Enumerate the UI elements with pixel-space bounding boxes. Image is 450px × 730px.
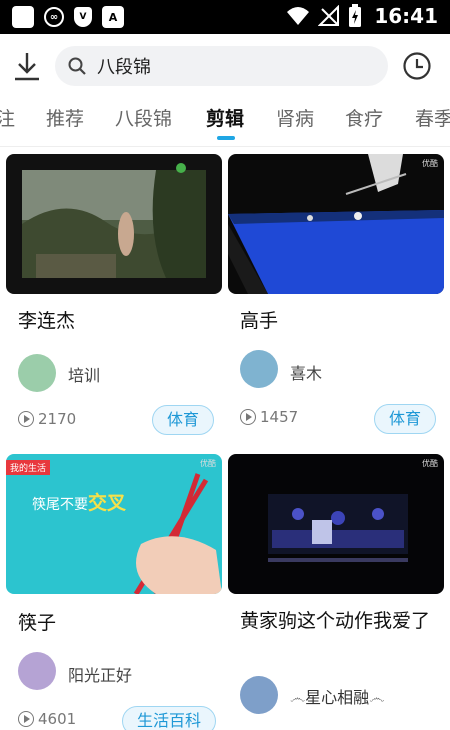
video-title[interactable]: 筷子: [18, 610, 56, 637]
active-tab-indicator: [217, 136, 235, 140]
category-tag[interactable]: 体育: [374, 404, 437, 434]
tab-recommend[interactable]: 推荐: [46, 104, 84, 131]
jungle-scene-image: [22, 163, 206, 278]
search-input[interactable]: 八段锦: [55, 46, 388, 86]
video-thumbnail[interactable]: 优酷: [228, 154, 444, 294]
author-name[interactable]: 喜木: [290, 360, 322, 384]
video-thumbnail[interactable]: 优酷: [228, 454, 444, 594]
concert-stage-image: [268, 494, 408, 562]
clock: 16:41: [374, 4, 438, 28]
avatar[interactable]: [18, 354, 56, 392]
video-card[interactable]: 优酷 黄家驹这个动作我爱了 ෴星心相融෴: [228, 454, 444, 730]
notification-icons: ∞ V A: [12, 6, 124, 28]
view-count-value: 2170: [38, 410, 77, 428]
watermark: 优酷: [422, 459, 438, 468]
divider: [0, 146, 450, 147]
tab-follow[interactable]: 注: [0, 104, 15, 131]
battery-charging-icon: [349, 4, 362, 27]
decor-swirl-icon: ෴: [290, 688, 306, 707]
play-count-icon: [240, 409, 256, 425]
billiards-image: [228, 154, 444, 294]
play-count-icon: [18, 411, 34, 427]
wifi-icon: [287, 7, 310, 25]
tab-spring[interactable]: 春季: [415, 104, 450, 131]
video-card[interactable]: 李连杰 培训 2170 体育: [6, 154, 222, 444]
video-card[interactable]: 优酷 高手 喜木 1457 体育: [228, 154, 444, 444]
view-count: 1457: [240, 408, 298, 426]
video-title[interactable]: 高手: [240, 308, 278, 335]
tab-diet[interactable]: 食疗: [345, 104, 383, 131]
status-bar: ∞ V A 16:41: [0, 0, 450, 34]
tab-clips[interactable]: 剪辑: [206, 104, 244, 131]
category-tag[interactable]: 生活百科: [122, 706, 217, 730]
author-name[interactable]: 阳光正好: [68, 662, 132, 686]
search-query: 八段锦: [97, 57, 151, 78]
video-thumbnail[interactable]: [6, 154, 222, 294]
category-tag[interactable]: 体育: [152, 405, 215, 435]
video-card[interactable]: 我的生活 筷尾不要交叉 优酷 筷子 阳光正好 4601 生活百科: [6, 454, 222, 730]
view-count-value: 1457: [260, 408, 299, 426]
avatar[interactable]: [240, 350, 278, 388]
download-icon[interactable]: [12, 50, 42, 82]
system-indicators: 16:41: [286, 4, 438, 28]
tab-baduanjin[interactable]: 八段锦: [115, 104, 172, 131]
category-tabs: 注 推荐 八段锦 剪辑 肾病 食疗 春季: [0, 98, 450, 148]
author-name-text: 星心相融: [305, 688, 370, 707]
author-name[interactable]: ෴星心相融෴: [290, 684, 384, 708]
search-icon: [68, 57, 86, 75]
square-icon: [12, 6, 34, 28]
chopsticks-image: [133, 473, 222, 594]
author-name[interactable]: 培训: [68, 362, 100, 386]
video-thumbnail[interactable]: 我的生活 筷尾不要交叉 优酷: [6, 454, 222, 594]
view-count-value: 4601: [38, 710, 77, 728]
avatar[interactable]: [18, 652, 56, 690]
history-clock-icon[interactable]: [402, 51, 432, 81]
decor-swirl-icon: ෴: [369, 688, 385, 707]
a-box-icon: A: [102, 6, 124, 28]
watermark: 优酷: [422, 159, 438, 168]
watermark: 优酷: [200, 459, 216, 468]
video-title[interactable]: 黄家驹这个动作我爱了: [240, 608, 440, 635]
infinity-icon: ∞: [44, 7, 64, 27]
avatar[interactable]: [240, 676, 278, 714]
play-count-icon: [18, 711, 34, 727]
tab-kidney[interactable]: 肾病: [276, 104, 314, 131]
video-title[interactable]: 李连杰: [18, 308, 75, 335]
search-header: 八段锦: [0, 34, 450, 98]
view-count: 4601: [18, 710, 76, 728]
view-count: 2170: [18, 410, 76, 428]
no-signal-icon: [318, 5, 340, 26]
shield-v-icon: V: [74, 7, 92, 27]
